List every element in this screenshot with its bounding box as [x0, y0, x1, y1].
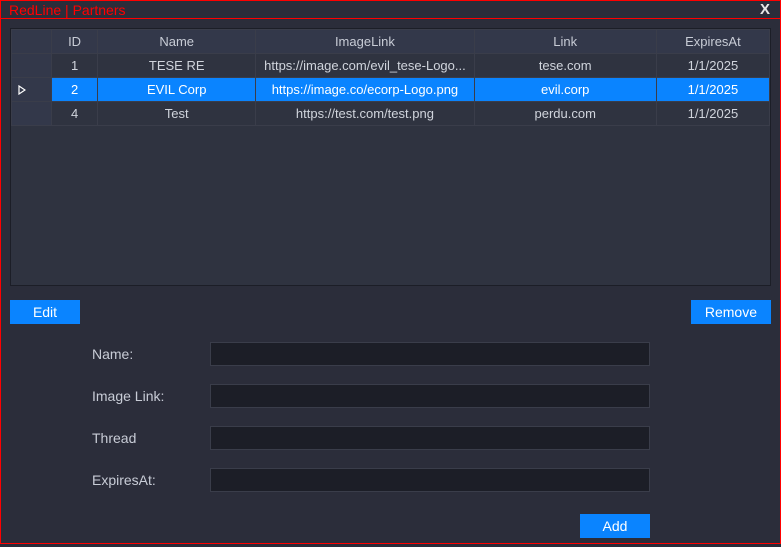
imagelink-field[interactable] [210, 384, 650, 408]
col-expires[interactable]: ExpiresAt [656, 30, 769, 54]
close-icon[interactable]: X [756, 1, 774, 18]
add-button[interactable]: Add [580, 514, 650, 538]
cell-expires[interactable]: 1/1/2025 [656, 54, 769, 78]
add-button-row: Add [92, 514, 650, 538]
cell-name[interactable]: TESE RE [98, 54, 256, 78]
cell-expires[interactable]: 1/1/2025 [656, 102, 769, 126]
titlebar[interactable]: RedLine | Partners X [1, 1, 780, 19]
col-imagelink[interactable]: ImageLink [256, 30, 474, 54]
form-row-expires: ExpiresAt: [92, 468, 771, 492]
cell-imagelink[interactable]: https://image.co/ecorp-Logo.png [256, 78, 474, 102]
cell-link[interactable]: tese.com [474, 54, 656, 78]
form-row-thread: Thread [92, 426, 771, 450]
thread-label: Thread [92, 430, 210, 446]
table-row[interactable]: 1TESE REhttps://image.com/evil_tese-Logo… [12, 54, 770, 78]
expires-label: ExpiresAt: [92, 472, 210, 488]
table-header-row: ID Name ImageLink Link ExpiresAt [12, 30, 770, 54]
current-row-icon [18, 85, 26, 95]
thread-field[interactable] [210, 426, 650, 450]
cell-id[interactable]: 2 [52, 78, 98, 102]
cell-imagelink[interactable]: https://test.com/test.png [256, 102, 474, 126]
button-row: Edit Remove [10, 300, 771, 324]
cell-name[interactable]: Test [98, 102, 256, 126]
form-row-name: Name: [92, 342, 771, 366]
row-indicator[interactable] [12, 78, 52, 102]
col-id[interactable]: ID [52, 30, 98, 54]
edit-button[interactable]: Edit [10, 300, 80, 324]
row-indicator[interactable] [12, 54, 52, 78]
col-link[interactable]: Link [474, 30, 656, 54]
cell-id[interactable]: 1 [52, 54, 98, 78]
cell-id[interactable]: 4 [52, 102, 98, 126]
name-label: Name: [92, 346, 210, 362]
remove-button[interactable]: Remove [691, 300, 771, 324]
imagelink-label: Image Link: [92, 388, 210, 404]
name-field[interactable] [210, 342, 650, 366]
table-row[interactable]: 4Testhttps://test.com/test.pngperdu.com1… [12, 102, 770, 126]
window-title: RedLine | Partners [9, 2, 756, 18]
cell-imagelink[interactable]: https://image.com/evil_tese-Logo... [256, 54, 474, 78]
form-row-imagelink: Image Link: [92, 384, 771, 408]
col-name[interactable]: Name [98, 30, 256, 54]
partners-table: ID Name ImageLink Link ExpiresAt 1TESE R… [11, 29, 770, 126]
table-row[interactable]: 2EVIL Corphttps://image.co/ecorp-Logo.pn… [12, 78, 770, 102]
cell-name[interactable]: EVIL Corp [98, 78, 256, 102]
partners-grid[interactable]: ID Name ImageLink Link ExpiresAt 1TESE R… [10, 28, 771, 286]
expires-field[interactable] [210, 468, 650, 492]
content-area: ID Name ImageLink Link ExpiresAt 1TESE R… [1, 19, 780, 547]
cell-expires[interactable]: 1/1/2025 [656, 78, 769, 102]
row-indicator[interactable] [12, 102, 52, 126]
cell-link[interactable]: perdu.com [474, 102, 656, 126]
partners-window: RedLine | Partners X ID Name ImageLink L… [0, 0, 781, 544]
spacer [88, 300, 683, 324]
rowheader-col [12, 30, 52, 54]
cell-link[interactable]: evil.corp [474, 78, 656, 102]
add-form: Name: Image Link: Thread ExpiresAt: [92, 342, 771, 510]
